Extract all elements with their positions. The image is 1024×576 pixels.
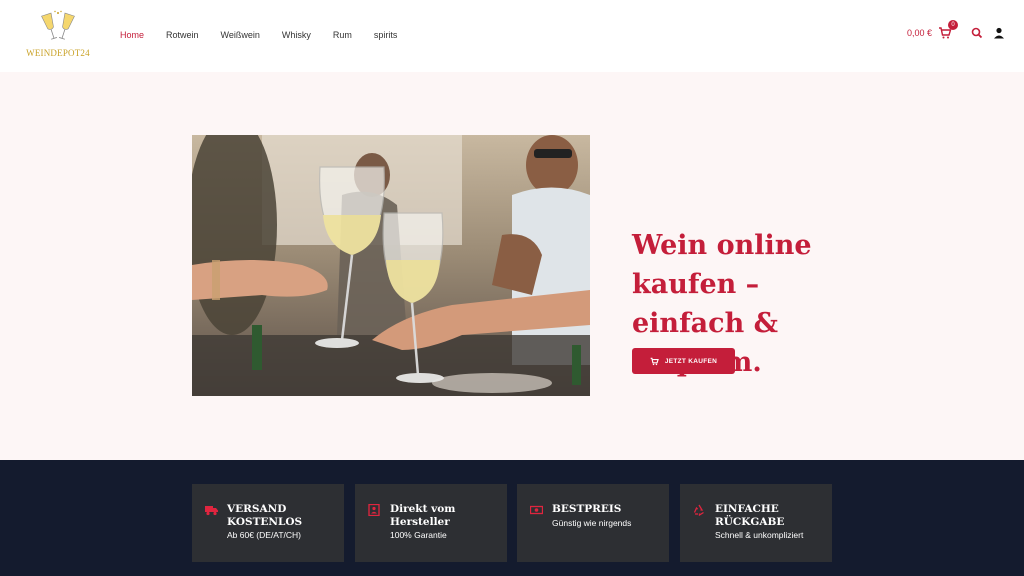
nav-item-spirits[interactable]: spirits (374, 30, 398, 40)
buy-now-button[interactable]: JETZT KAUFEN (632, 348, 735, 374)
feature-title: EINFACHE RÜCKGABE (715, 503, 785, 528)
user-icon[interactable] (992, 26, 1006, 40)
feature-title: VERSAND KOSTENLOS (227, 503, 303, 528)
nav-item-rotwein[interactable]: Rotwein (166, 30, 199, 40)
feature-card-manufacturer: Direkt vom Hersteller 100% Garantie (355, 484, 507, 562)
buy-now-label: JETZT KAUFEN (664, 357, 718, 365)
feature-card-shipping: VERSAND KOSTENLOS Ab 60€ (DE/AT/CH) (192, 484, 344, 562)
feature-subtitle: Günstig wie nirgends (552, 518, 632, 528)
site-header: WEINDEPOT24 Home Rotwein Weißwein Whisky… (0, 0, 1024, 72)
main-nav: Home Rotwein Weißwein Whisky Rum spirits (120, 30, 419, 40)
nav-item-home[interactable]: Home (120, 30, 144, 40)
feature-subtitle: Ab 60€ (DE/AT/CH) (227, 530, 302, 540)
recycle-icon (693, 503, 705, 517)
cart-total[interactable]: 0,00 € (907, 28, 932, 38)
feature-title: BESTPREIS (552, 503, 622, 515)
nav-item-rum[interactable]: Rum (333, 30, 352, 40)
feature-subtitle: Schnell & unkompliziert (715, 530, 804, 540)
money-icon (529, 503, 544, 515)
feature-card-best-price: BESTPREIS Günstig wie nirgends (517, 484, 669, 562)
logo-text: WEINDEPOT24 (26, 48, 90, 58)
logo[interactable]: WEINDEPOT24 (26, 10, 90, 62)
champagne-glasses-icon (41, 10, 75, 40)
feature-title: Direkt vom Hersteller (390, 503, 456, 528)
cart-icon (650, 357, 659, 365)
hero-section: Wein online kaufen – einfach & bequem. J… (0, 72, 1024, 460)
hero-image (192, 135, 590, 396)
feature-subtitle: 100% Garantie (390, 530, 447, 540)
header-actions: 0,00 € 0 (907, 20, 1006, 40)
cart-count-badge: 0 (948, 20, 958, 30)
search-icon[interactable] (970, 26, 984, 40)
nav-item-whisky[interactable]: Whisky (282, 30, 311, 40)
truck-icon (205, 503, 218, 516)
cart-icon[interactable]: 0 (938, 20, 958, 40)
badge-icon (368, 503, 380, 517)
feature-card-returns: EINFACHE RÜCKGABE Schnell & unkomplizier… (680, 484, 832, 562)
features-bar: VERSAND KOSTENLOS Ab 60€ (DE/AT/CH) Dire… (0, 460, 1024, 576)
nav-item-weisswein[interactable]: Weißwein (221, 30, 260, 40)
